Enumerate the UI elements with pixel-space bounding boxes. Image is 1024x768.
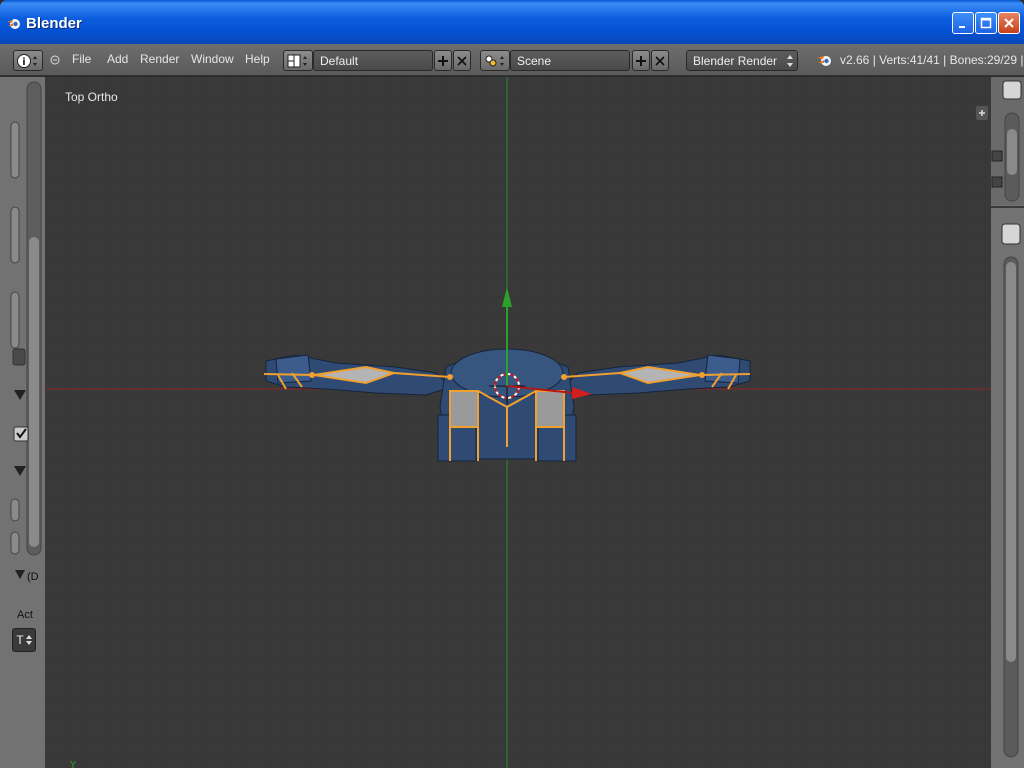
maximize-icon (980, 17, 992, 29)
window-title: Blender (26, 15, 82, 32)
scene-browse-button[interactable] (480, 50, 510, 71)
blender-logo-icon (7, 19, 20, 29)
close-button[interactable] (998, 12, 1020, 34)
properties-toggle-button[interactable] (976, 106, 988, 120)
tool-shelf-widgets (10, 81, 42, 579)
updown-arrow-icon (787, 55, 793, 67)
svg-text:i: i (22, 57, 25, 68)
delete-scene-button[interactable] (651, 50, 669, 71)
screen-layout-field[interactable]: Default (313, 50, 433, 71)
add-scene-button[interactable] (632, 50, 650, 71)
layout-icon (287, 54, 307, 67)
editor-type-button[interactable]: i (13, 50, 43, 71)
plus-icon (636, 55, 646, 66)
close-icon (1004, 18, 1014, 28)
screen-layout-value: Default (320, 54, 359, 68)
minimize-icon (959, 26, 965, 28)
updown-arrow-icon (25, 635, 32, 645)
viewport-canvas[interactable] (46, 77, 990, 768)
main-header: i File Add Render Window Help Default Sc… (0, 44, 1024, 76)
tool-shelf: (D Act T (0, 77, 46, 768)
act-label: Act (17, 609, 33, 621)
menu-render[interactable]: Render (140, 52, 179, 66)
layout-browse-button[interactable] (283, 50, 313, 71)
delete-layout-button[interactable] (453, 50, 471, 71)
info-icon: i (17, 53, 37, 68)
scene-value: Scene (517, 54, 552, 68)
add-layout-button[interactable] (434, 50, 452, 71)
menu-add[interactable]: Add (107, 52, 128, 66)
render-engine-select[interactable]: Blender Render (686, 50, 798, 71)
scene-stats: v2.66 | Verts:41/41 | Bones:29/29 | (840, 53, 1024, 67)
view-label: Top Ortho (65, 90, 118, 104)
blender-window: Blender i File Add Render Window Help De… (0, 0, 1024, 768)
scene-field[interactable]: Scene (510, 50, 630, 71)
menu-file[interactable]: File (72, 52, 91, 66)
x-icon (457, 55, 467, 66)
menu-help[interactable]: Help (245, 52, 270, 66)
act-type-button[interactable]: T (12, 628, 36, 652)
panel-label: (D (27, 571, 39, 583)
scene-icon (485, 55, 504, 66)
3d-viewport[interactable]: Top Ortho Y (46, 77, 990, 768)
minimize-button[interactable] (952, 12, 974, 34)
plus-icon (979, 110, 985, 116)
menu-window[interactable]: Window (191, 52, 234, 66)
blender-logo-icon (817, 56, 831, 66)
act-type-value: T (16, 633, 24, 647)
maximize-button[interactable] (975, 12, 997, 34)
outliner-properties-strip (991, 77, 1024, 758)
x-icon (655, 55, 665, 66)
axis-y-label: Y (70, 760, 77, 768)
render-engine-value: Blender Render (693, 54, 778, 68)
title-bar[interactable]: Blender (0, 0, 1024, 44)
collapse-menu-icon[interactable] (50, 55, 60, 65)
right-editors (990, 77, 1024, 768)
plus-icon (438, 55, 448, 66)
